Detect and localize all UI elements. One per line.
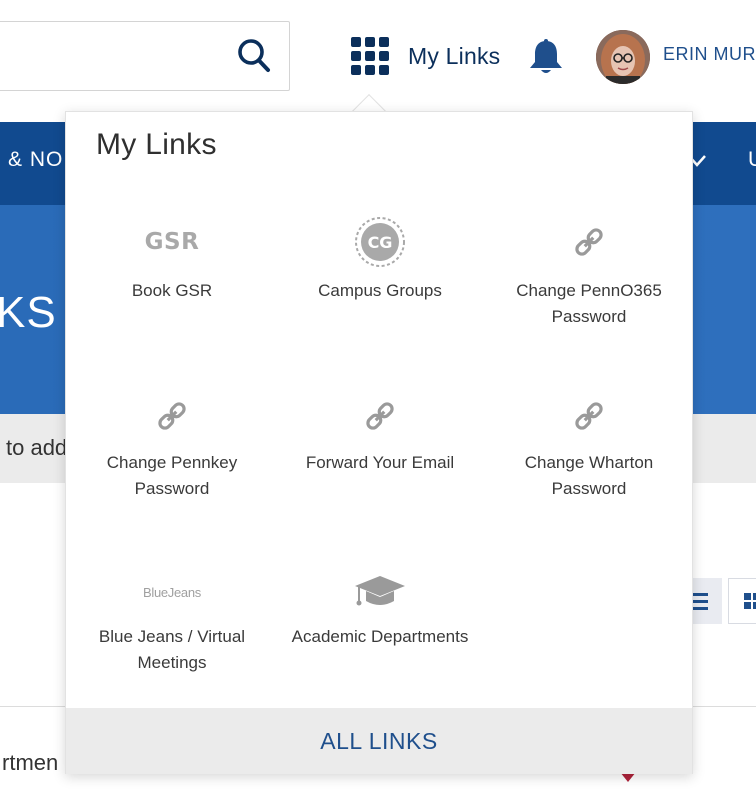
list-item[interactable]: rtmen — [2, 750, 58, 776]
search-button[interactable] — [236, 37, 272, 75]
link-label: Change PennO365 Password — [516, 281, 662, 326]
link-label: Forward Your Email — [305, 453, 455, 472]
nav-item[interactable]: & NO — [8, 148, 63, 172]
user-photo — [596, 30, 650, 84]
nav-item[interactable]: U — [748, 148, 756, 172]
my-links-dropdown: My Links GSR Book GSR CG Campus Groups C… — [65, 111, 693, 774]
grid-icon — [744, 593, 756, 609]
graduation-cap-icon — [280, 564, 480, 620]
link-label: Change Pennkey Password — [106, 453, 238, 498]
dropdown-title: My Links — [96, 128, 217, 161]
link-label: Change Wharton Password — [524, 453, 654, 498]
list-icon — [692, 593, 708, 610]
grid-view-button[interactable] — [728, 578, 756, 624]
link-icon — [72, 388, 272, 444]
link-label: Book GSR — [131, 281, 213, 300]
search-icon — [238, 39, 270, 72]
avatar[interactable] — [596, 30, 650, 84]
apps-grid-icon — [351, 37, 389, 75]
notifications-button[interactable] — [527, 38, 565, 76]
bluejeans-logo-icon: BlueJeans — [142, 584, 201, 600]
link-label: Campus Groups — [318, 281, 442, 300]
link-label: Academic Departments — [291, 627, 469, 646]
link-icon — [489, 214, 689, 270]
link-icon — [280, 388, 480, 444]
page-title: KS — [0, 288, 57, 337]
svg-text:CG: CG — [368, 233, 393, 252]
bell-icon — [530, 39, 562, 73]
list-view-button[interactable] — [688, 578, 722, 624]
gsr-logo-icon: GSR — [144, 229, 200, 255]
my-links-button-label: My Links — [408, 42, 501, 69]
my-links-button[interactable]: My Links — [350, 36, 500, 76]
link-icon — [489, 388, 689, 444]
user-name[interactable]: ERIN MURF — [663, 44, 756, 65]
info-text: to add — [6, 435, 68, 460]
link-label: Blue Jeans / Virtual Meetings — [98, 627, 246, 672]
all-links-button[interactable]: ALL LINKS — [66, 708, 692, 774]
campus-groups-logo-icon: CG — [280, 214, 480, 270]
